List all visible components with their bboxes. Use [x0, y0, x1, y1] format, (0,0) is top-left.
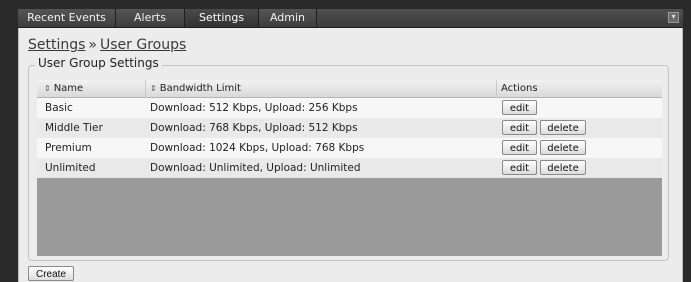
table-row: Middle Tier Download: 768 Kbps, Upload: …: [37, 118, 662, 138]
create-button[interactable]: Create: [28, 266, 74, 281]
edit-button[interactable]: edit: [502, 100, 537, 115]
edit-button[interactable]: edit: [502, 160, 537, 175]
table-row: Premium Download: 1024 Kbps, Upload: 768…: [37, 138, 662, 158]
group-bandwidth: Download: 768 Kbps, Upload: 512 Kbps: [150, 122, 358, 134]
section-legend: User Group Settings: [35, 56, 162, 70]
tab-settings[interactable]: Settings: [185, 9, 259, 27]
tab-recent-events[interactable]: Recent Events: [18, 9, 116, 27]
group-bandwidth: Download: Unlimited, Upload: Unlimited: [150, 162, 361, 174]
delete-button[interactable]: delete: [540, 140, 586, 155]
breadcrumb-separator: »: [88, 37, 97, 53]
delete-button[interactable]: delete: [540, 120, 586, 135]
breadcrumb-settings-link[interactable]: Settings: [28, 37, 85, 53]
group-bandwidth: Download: 1024 Kbps, Upload: 768 Kbps: [150, 142, 365, 154]
tab-bar: Recent Events Alerts Settings Admin ▾: [18, 9, 683, 28]
chevron-down-icon[interactable]: ▾: [668, 12, 679, 23]
column-header-name[interactable]: ⇕ Name: [37, 80, 146, 98]
main-panel: Settings» User Groups User Group Settings…: [18, 28, 683, 282]
column-header-actions: Actions: [501, 83, 538, 94]
sort-icon: ⇕: [150, 84, 157, 93]
breadcrumb-user-groups-link[interactable]: User Groups: [100, 37, 186, 53]
table-row: Basic Download: 512 Kbps, Upload: 256 Kb…: [37, 98, 662, 118]
app-frame: Recent Events Alerts Settings Admin ▾ Se…: [0, 0, 691, 282]
column-header-bandwidth-limit[interactable]: ⇕ Bandwidth Limit: [146, 80, 497, 98]
edit-button[interactable]: edit: [502, 140, 537, 155]
sort-icon: ⇕: [44, 84, 51, 93]
table-header: ⇕ Name ⇕ Bandwidth Limit Actions: [37, 80, 662, 98]
tab-alerts[interactable]: Alerts: [116, 9, 185, 27]
breadcrumb: Settings» User Groups: [28, 37, 186, 53]
group-name: Basic: [45, 102, 73, 114]
group-name: Premium: [45, 142, 92, 154]
group-bandwidth: Download: 512 Kbps, Upload: 256 Kbps: [150, 102, 358, 114]
group-name: Middle Tier: [45, 122, 103, 134]
delete-button[interactable]: delete: [540, 160, 586, 175]
tab-admin[interactable]: Admin: [259, 9, 317, 27]
user-groups-table: ⇕ Name ⇕ Bandwidth Limit Actions Basic Dow…: [37, 80, 662, 256]
user-group-settings-section: User Group Settings ⇕ Name ⇕ Bandwidth Lim…: [28, 56, 669, 261]
table-row: Unlimited Download: Unlimited, Upload: U…: [37, 158, 662, 178]
edit-button[interactable]: edit: [502, 120, 537, 135]
group-name: Unlimited: [45, 162, 96, 174]
